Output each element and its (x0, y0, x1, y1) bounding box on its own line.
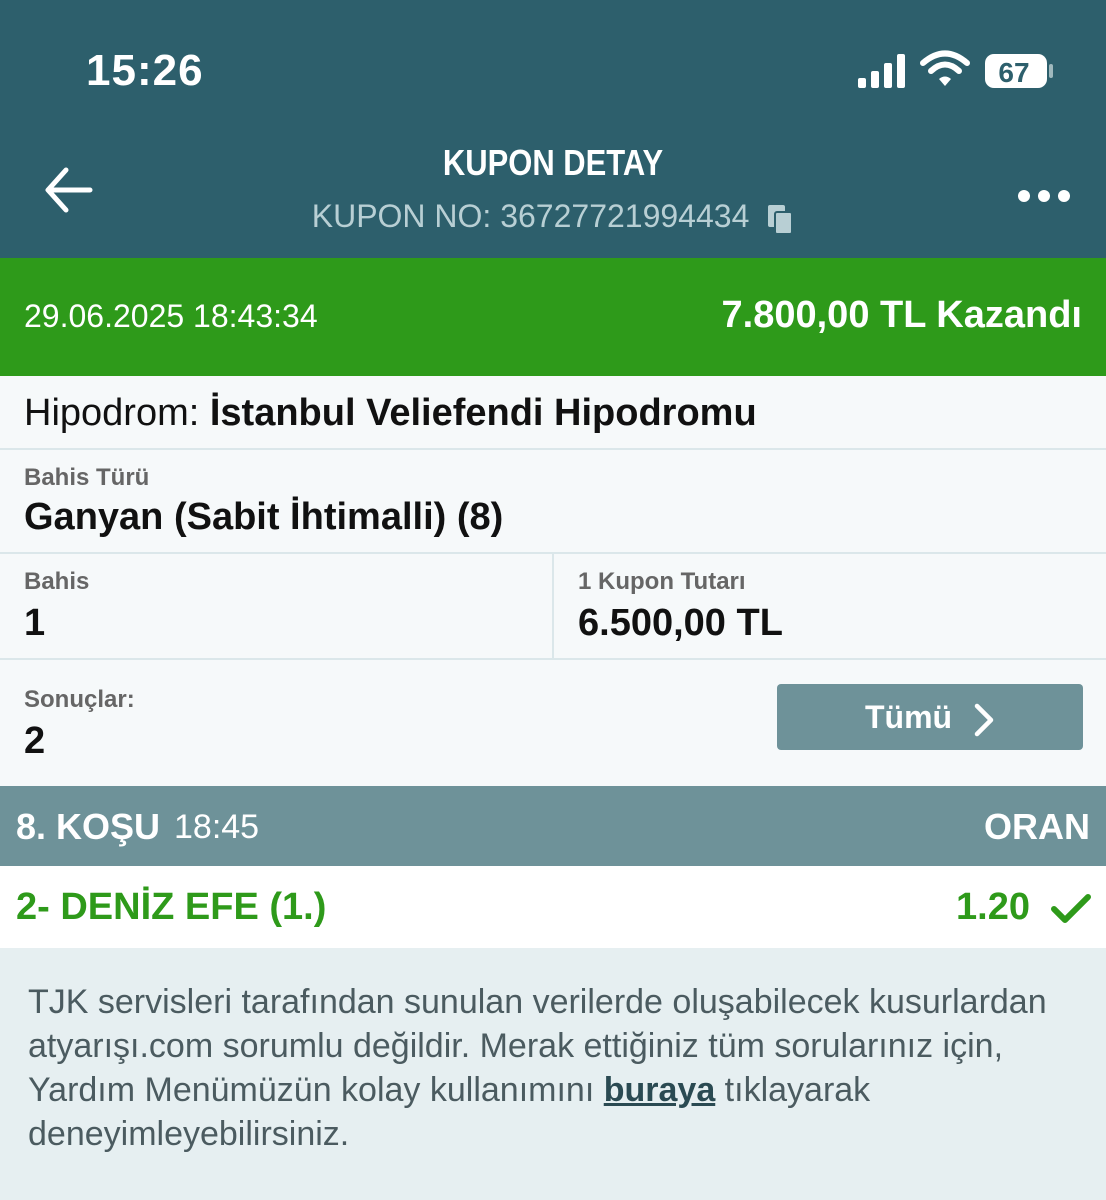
results-label: Sonuçlar: (24, 686, 135, 713)
selection-odds: 1.20 (956, 886, 1030, 928)
battery-icon: 67 (985, 54, 1053, 88)
coupon-number: KUPON NO: 36727721994434 (0, 198, 1106, 235)
selection-row: 2- DENİZ EFE (1.) 1.20 (0, 866, 1106, 948)
battery-level: 67 (998, 57, 1029, 88)
bet-type-label: Bahis Türü (24, 464, 150, 491)
help-link[interactable]: buraya (604, 1071, 716, 1109)
all-results-label: Tümü (865, 699, 953, 735)
more-options-icon[interactable] (1016, 176, 1072, 216)
chevron-right-icon (974, 703, 994, 736)
disclaimer-text: TJK servisleri tarafından sunulan verile… (28, 980, 1068, 1156)
coupon-datetime: 29.06.2025 18:43:34 (24, 298, 318, 334)
results-row: Sonuçlar: 2 Tümü (0, 660, 1106, 786)
coupon-number-text: KUPON NO: 36727721994434 (311, 198, 750, 234)
bet-type-value: Ganyan (Sabit İhtimalli) (8) (24, 496, 504, 538)
coupon-status-bar: 29.06.2025 18:43:34 7.800,00 TL Kazandı (0, 258, 1106, 376)
copy-icon[interactable] (766, 203, 794, 235)
win-amount: 7.800,00 TL Kazandı (721, 294, 1082, 336)
bet-value: 1 (24, 602, 46, 644)
hippodrome-label: Hipodrom: (24, 392, 210, 434)
coupon-amount-label: 1 Kupon Tutarı (578, 568, 746, 595)
signal-icon (858, 54, 905, 88)
results-value: 2 (24, 720, 46, 762)
app-header: 15:26 67 KUPON DETAY KUPON NO: 367277219… (0, 0, 1106, 258)
hippodrome-value: İstanbul Veliefendi Hipodromu (209, 392, 757, 434)
disclaimer-text-start: TJK servisleri tarafından sunulan verile… (28, 983, 1047, 1109)
race-header: 8. KOŞU 18:45 ORAN (0, 786, 1106, 866)
race-time: 18:45 (174, 808, 260, 846)
race-name: 8. KOŞU (16, 806, 161, 847)
status-time: 15:26 (86, 46, 204, 95)
odds-header: ORAN (984, 806, 1090, 847)
wifi-icon (920, 50, 970, 86)
bet-amount-row: Bahis 1 1 Kupon Tutarı 6.500,00 TL (0, 554, 1106, 660)
column-divider (552, 554, 554, 658)
coupon-amount-value: 6.500,00 TL (578, 602, 783, 644)
checkmark-icon (1051, 894, 1091, 923)
bet-label: Bahis (24, 568, 90, 595)
hippodrome-row: Hipodrom: İstanbul Veliefendi Hipodromu (0, 376, 1106, 450)
horse-name: 2- DENİZ EFE (1.) (16, 886, 327, 928)
hippodrome-info: Hipodrom: İstanbul Veliefendi Hipodromu (24, 392, 757, 435)
disclaimer: TJK servisleri tarafından sunulan verile… (0, 948, 1106, 1200)
bet-type-row: Bahis Türü Ganyan (Sabit İhtimalli) (8) (0, 450, 1106, 554)
page-title: KUPON DETAY (442, 142, 664, 183)
all-results-button[interactable]: Tümü (777, 684, 1083, 750)
